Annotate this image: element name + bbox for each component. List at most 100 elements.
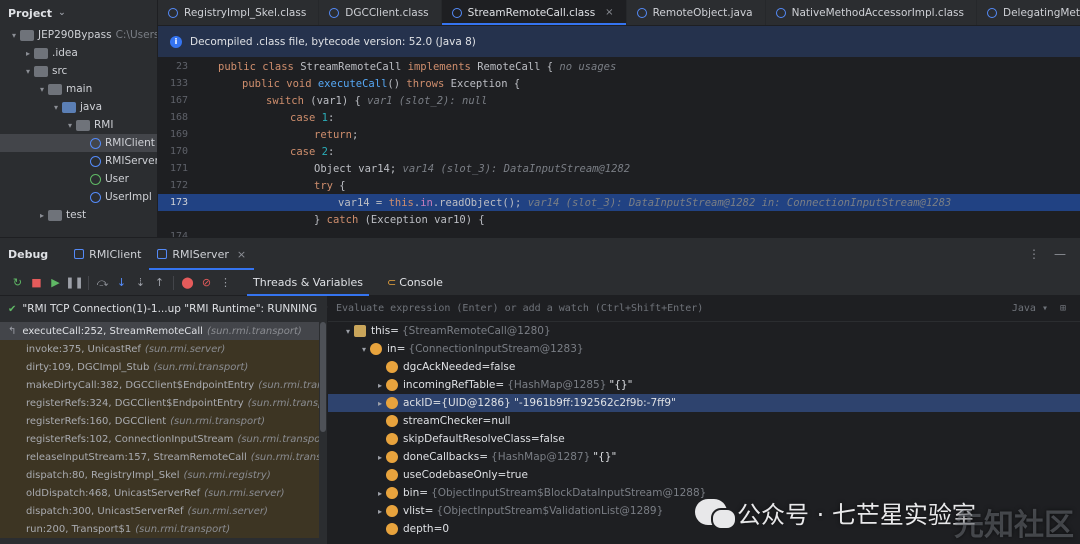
stack-frame[interactable]: releaseInputStream:157, StreamRemoteCall… [0, 448, 320, 466]
chevron-right-icon[interactable]: ▸ [374, 381, 386, 390]
force-step-into-icon[interactable]: ⇣ [131, 275, 150, 291]
line-number: 172 [169, 180, 188, 191]
step-out-icon[interactable]: ↑ [150, 275, 169, 291]
variable-row[interactable]: ▸ incomingRefTable = {HashMap@1285} "{}" [328, 376, 1080, 394]
tree-item[interactable]: ▸ .idea [0, 44, 157, 62]
more-icon[interactable]: ⋮ [216, 275, 235, 291]
stack-frame[interactable]: registerRefs:102, ConnectionInputStream(… [0, 430, 320, 448]
editor-tab[interactable]: StreamRemoteCall.class × [441, 0, 627, 25]
view-breakpoints-icon[interactable]: ⬤ [178, 275, 197, 291]
code-line: 172 try { [158, 177, 1080, 194]
rerun-icon[interactable]: ↻ [8, 275, 27, 291]
add-watch-icon[interactable]: ⊞ [1060, 303, 1066, 314]
resume-icon[interactable]: ▶ [46, 275, 65, 291]
frame-method: dispatch:300, UnicastServerRef [26, 505, 184, 517]
variable-row[interactable]: streamChecker = null [328, 412, 1080, 430]
app-icon [74, 249, 85, 259]
minimize-icon[interactable]: — [1054, 247, 1066, 261]
chevron-down-icon[interactable]: ▾ [64, 121, 76, 130]
variable-name: incomingRefTable [403, 379, 496, 391]
chevron-right-icon[interactable]: ▸ [374, 507, 386, 516]
thread-selector[interactable]: ✔ "RMI TCP Connection(1)-1...up "RMI Run… [0, 296, 353, 322]
stack-frame[interactable]: run:200, Transport$1 (sun.rmi.transport) [0, 520, 320, 538]
chevron-down-icon[interactable]: ▾ [8, 31, 20, 40]
code-text: var14 = this.in.readObject(); var14 (slo… [218, 197, 951, 209]
editor-tab-label: StreamRemoteCall.class [467, 6, 596, 19]
stack-frame[interactable]: registerRefs:324, DGCClient$EndpointEntr… [0, 394, 320, 412]
tree-item[interactable]: RMIClient [0, 134, 157, 152]
current-frame-icon: ↰ [8, 325, 17, 337]
stack-frame[interactable]: ↰ executeCall:252, StreamRemoteCall (sun.r… [0, 322, 320, 340]
pause-icon[interactable]: ❚❚ [65, 275, 84, 291]
evaluate-expression-input[interactable]: Evaluate expression (Enter) or add a wat… [328, 296, 1080, 322]
stack-frame[interactable]: dirty:109, DGCImpl_Stub (sun.rmi.transpor… [0, 358, 320, 376]
tree-item[interactable]: ▾ java [0, 98, 157, 116]
chevron-down-icon[interactable]: ▾ [36, 85, 48, 94]
chevron-right-icon[interactable]: ▸ [374, 453, 386, 462]
stack-frame[interactable]: invoke:375, UnicastRef (sun.rmi.server) [0, 340, 320, 358]
chevron-right-icon[interactable]: ▸ [36, 211, 48, 220]
stack-frame[interactable]: makeDirtyCall:382, DGCClient$EndpointEnt… [0, 376, 320, 394]
close-icon[interactable]: × [237, 248, 246, 261]
more-options-icon[interactable]: ⋮ [1028, 247, 1040, 261]
variable-row[interactable]: ▸ bin = {ObjectInputStream$BlockDataInput… [328, 484, 1080, 502]
variable-row[interactable]: depth = 0 [328, 520, 1080, 538]
language-selector[interactable]: Java ▾ [1012, 303, 1048, 314]
step-into-icon[interactable]: ↓ [112, 275, 131, 291]
variable-name: in [387, 343, 397, 355]
code-line: } catch (Exception var10) { [158, 211, 1080, 228]
stack-frame[interactable]: dispatch:80, RegistryImpl_Skel (sun.rmi.r… [0, 466, 320, 484]
step-over-icon[interactable]: ⤼ [93, 275, 112, 291]
mute-breakpoints-icon[interactable]: ⊘ [197, 275, 216, 291]
line-number: 170 [169, 146, 188, 157]
tree-item[interactable]: ▾ main [0, 80, 157, 98]
debug-subtab[interactable]: Threads & Variables [247, 270, 370, 296]
chevron-down-icon[interactable]: ▾ [358, 345, 370, 354]
stack-frame[interactable]: dispatch:300, UnicastServerRef (sun.rmi.s… [0, 502, 320, 520]
debug-session-tab[interactable]: RMIClient [66, 238, 149, 270]
frame-package: (sun.rmi.transport) [170, 415, 266, 427]
tree-item[interactable]: UserImpl [0, 188, 157, 206]
variable-row[interactable]: ▾ this = {StreamRemoteCall@1280} [328, 322, 1080, 340]
chevron-down-icon[interactable]: ▾ [342, 327, 354, 336]
code-view[interactable]: 23 public class StreamRemoteCall implemen… [158, 58, 1080, 245]
editor-tab[interactable]: DelegatingMethodAccesso [977, 0, 1080, 25]
variable-row[interactable]: skipDefaultResolveClass = false [328, 430, 1080, 448]
console-icon: ⊂ [387, 276, 397, 289]
chevron-down-icon[interactable]: ▾ [50, 103, 62, 112]
variable-equals: = [390, 325, 399, 337]
chevron-down-icon[interactable]: ▾ [22, 67, 34, 76]
tree-item[interactable]: RMIServer [0, 152, 157, 170]
frame-package: (sun.rmi.server) [144, 343, 226, 355]
editor-tab[interactable]: NativeMethodAccessorImpl.class [766, 0, 977, 25]
stack-frame[interactable]: oldDispatch:468, UnicastServerRef (sun.rm… [0, 484, 320, 502]
debug-session-tab[interactable]: RMIServer × [149, 238, 254, 270]
chevron-right-icon[interactable]: ▸ [22, 49, 34, 58]
chevron-down-icon[interactable]: ⌄ [58, 8, 66, 18]
tree-item[interactable]: User [0, 170, 157, 188]
variable-row[interactable]: ▸ doneCallbacks = {HashMap@1287} "{}" [328, 448, 1080, 466]
stop-icon[interactable]: ■ [27, 275, 46, 291]
variable-row[interactable]: dgcAckNeeded = false [328, 358, 1080, 376]
project-panel-header[interactable]: Project ⌄ [0, 0, 157, 26]
tree-item-label: RMI [94, 119, 114, 131]
debug-subtab[interactable]: ⊂ Console [381, 270, 449, 296]
chevron-right-icon[interactable]: ▸ [374, 489, 386, 498]
tree-item[interactable]: ▾ src [0, 62, 157, 80]
frames-scrollbar[interactable] [319, 322, 327, 544]
variable-row[interactable]: useCodebaseOnly = true [328, 466, 1080, 484]
variable-row[interactable]: ▸ vlist = {ObjectInputStream$ValidationLi… [328, 502, 1080, 520]
close-icon[interactable]: × [605, 7, 613, 18]
stack-frame[interactable]: registerRefs:160, DGCClient (sun.rmi.tran… [0, 412, 320, 430]
variable-row[interactable]: ▾ in = {ConnectionInputStream@1283} [328, 340, 1080, 358]
tree-item[interactable]: ▾ RMI [0, 116, 157, 134]
editor-tab[interactable]: DGCClient.class [319, 0, 442, 25]
chevron-right-icon[interactable]: ▸ [374, 399, 386, 408]
editor-tab[interactable]: RemoteObject.java [627, 0, 766, 25]
tree-item-label: JEP290Bypass [38, 29, 112, 41]
tree-item[interactable]: ▾ JEP290BypassC:\Users\ [0, 26, 157, 44]
editor-tab[interactable]: RegistryImpl_Skel.class [158, 0, 320, 25]
tree-item[interactable]: ▸ test [0, 206, 157, 224]
frame-package: (sun.rmi.server) [204, 487, 285, 499]
variable-row[interactable]: ▸ ackID = {UID@1286} "-1961b9ff:192562c2f… [328, 394, 1080, 412]
